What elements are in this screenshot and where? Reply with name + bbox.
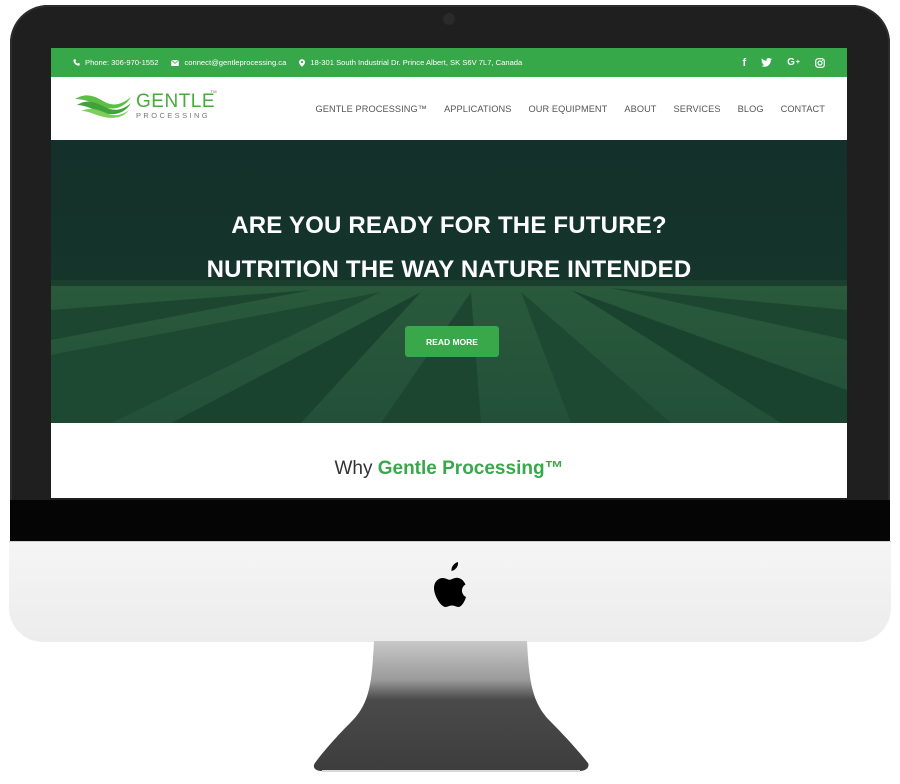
main-header: GENTLE TM PROCESSING GENTLE PROCESSING™ A… (51, 77, 847, 140)
facebook-icon[interactable]: f (742, 57, 746, 69)
map-pin-icon (299, 58, 306, 67)
google-plus-icon[interactable]: G + (787, 57, 800, 68)
hero-banner: ARE YOU READY FOR THE FUTURE? NUTRITION … (51, 140, 847, 423)
monitor-screen: Phone: 306-970-1552 connect@gentleproces… (51, 48, 847, 498)
nav-about[interactable]: ABOUT (624, 104, 656, 114)
hero-title-line1: ARE YOU READY FOR THE FUTURE? (231, 212, 667, 239)
logo[interactable]: GENTLE TM PROCESSING (73, 88, 218, 120)
instagram-icon[interactable] (815, 57, 825, 68)
address-contact: 18-301 South Industrial Dr. Prince Alber… (299, 58, 522, 67)
logo-tm: TM (210, 88, 218, 94)
phone-text: Phone: 306-970-1552 (85, 58, 159, 67)
twitter-icon[interactable] (761, 58, 773, 67)
logo-wordmark: GENTLE TM PROCESSING (136, 88, 218, 120)
monitor-stand (313, 641, 589, 772)
nav-contact[interactable]: CONTACT (781, 104, 825, 114)
main-nav: GENTLE PROCESSING™ APPLICATIONS OUR EQUI… (299, 77, 825, 140)
camera-icon (444, 14, 454, 24)
logo-main-text: GENTLE (136, 90, 216, 112)
contact-bar: Phone: 306-970-1552 connect@gentleproces… (51, 48, 847, 77)
logo-sub-text: PROCESSING (136, 110, 211, 120)
apple-logo-icon (434, 562, 466, 607)
nav-services[interactable]: SERVICES (674, 104, 721, 114)
phone-contact[interactable]: Phone: 306-970-1552 (73, 58, 158, 67)
address-text: 18-301 South Industrial Dr. Prince Alber… (310, 58, 523, 67)
why-highlight: Gentle Processing™ (377, 458, 564, 479)
nav-blog[interactable]: BLOG (738, 104, 764, 114)
why-prefix: Why (334, 458, 378, 479)
social-links: f G + (727, 48, 825, 77)
email-link[interactable]: connect@gentleprocessing.ca (184, 58, 286, 67)
email-contact[interactable]: connect@gentleprocessing.ca (171, 58, 286, 67)
nav-our-equipment[interactable]: OUR EQUIPMENT (528, 104, 607, 114)
hero-title-line2: NUTRITION THE WAY NATURE INTENDED (206, 256, 692, 283)
why-gentle-processing-heading: Why Gentle Processing™ (51, 458, 847, 480)
nav-gentle-processing[interactable]: GENTLE PROCESSING™ (316, 104, 428, 114)
nav-applications[interactable]: APPLICATIONS (444, 104, 511, 114)
phone-icon (73, 59, 80, 66)
leaf-wave-logo-icon (75, 95, 131, 118)
monitor-bezel-bottom (10, 500, 890, 542)
envelope-icon (171, 59, 180, 66)
read-more-button[interactable]: READ MORE (405, 326, 499, 357)
